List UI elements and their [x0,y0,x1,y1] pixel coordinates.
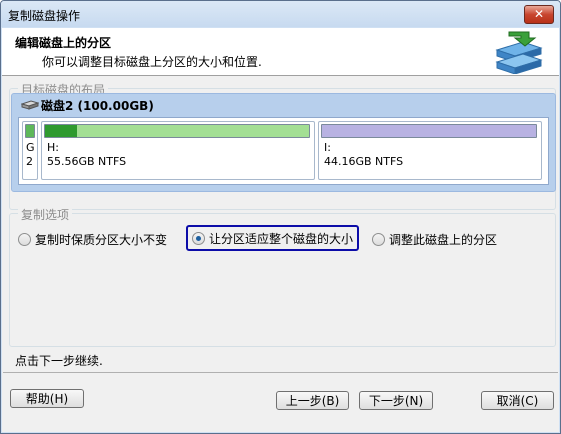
partition-i-bar [321,124,537,138]
option-fit-disk-label: 让分区适应整个磁盘的大小 [209,231,354,246]
disk-copy-icon [495,31,543,74]
partition-g-info: 2 [26,155,33,168]
partition-h[interactable]: H: 55.56GB NTFS [41,121,315,180]
partition-i-letter: I: [324,141,331,154]
hint-text: 点击下一步继续. [15,354,103,368]
option-fit-disk[interactable]: 让分区适应整个磁盘的大小 [186,225,360,251]
separator [3,372,558,373]
radio-adjust-partitions[interactable] [372,232,385,246]
partition-h-letter: H: [47,141,59,154]
header-title: 编辑磁盘上的分区 [15,36,112,50]
radio-keep-size[interactable] [18,232,31,246]
disk-title: 磁盘2 (100.00GB) [41,99,154,113]
disk-panel[interactable]: 磁盘2 (100.00GB) G 2 H: 55.56GB NTFS I: 44… [11,93,556,192]
window-title: 复制磁盘操作 [8,9,81,23]
option-adjust-partitions[interactable]: 调整此磁盘上的分区 [372,230,497,248]
help-button[interactable]: 帮助(H) [10,389,84,408]
copy-options-label: 复制选项 [18,206,73,223]
partition-h-info: 55.56GB NTFS [47,155,127,168]
title-bar[interactable]: 复制磁盘操作 ✕ [1,1,560,27]
radio-fit-disk[interactable] [192,231,205,245]
wizard-content: 目标磁盘的布局 磁盘2 (100.00GB) G 2 H: 55.56GB NT… [2,76,559,432]
disk-icon [21,100,39,110]
close-icon: ✕ [533,7,545,21]
option-keep-size-label: 复制时保质分区大小不变 [35,232,168,247]
option-keep-size[interactable]: 复制时保质分区大小不变 [18,230,167,248]
partition-i-info: 44.16GB NTFS [324,155,404,168]
cancel-button[interactable]: 取消(C) [481,391,554,410]
close-button[interactable]: ✕ [524,5,554,24]
partition-h-used-fill [45,125,77,137]
partition-g-bar [25,124,35,138]
wizard-header: 编辑磁盘上的分区 你可以调整目标磁盘上分区的大小和位置. [2,28,559,76]
header-subtitle: 你可以调整目标磁盘上分区的大小和位置. [42,55,262,69]
dialog-window: 复制磁盘操作 ✕ 编辑磁盘上的分区 你可以调整目标磁盘上分区的大小和位置. 目标… [0,0,561,434]
partition-g-letter: G [26,141,35,154]
partition-i[interactable]: I: 44.16GB NTFS [318,121,542,180]
partition-g[interactable]: G 2 [22,121,38,180]
option-adjust-partitions-label: 调整此磁盘上的分区 [389,232,498,247]
back-button[interactable]: 上一步(B) [276,391,349,410]
disk-partition-map: G 2 H: 55.56GB NTFS I: 44.16GB NTFS [18,117,549,185]
partition-h-bar [44,124,310,138]
next-button[interactable]: 下一步(N) [359,391,433,410]
